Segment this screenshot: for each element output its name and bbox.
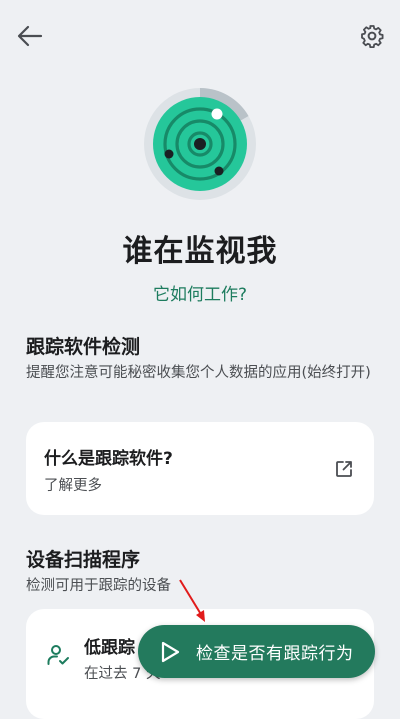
tracking-section-heading: 跟踪软件检测 xyxy=(26,336,141,358)
top-app-bar xyxy=(0,0,400,72)
user-check-icon xyxy=(47,645,69,665)
page-title: 谁在监视我 xyxy=(122,234,278,269)
back-button[interactable] xyxy=(10,16,50,56)
tracking-section-description: 提醒您注意可能秘密收集您个人数据的应用(始终打开) xyxy=(26,365,371,381)
card-subtitle: 了解更多 xyxy=(44,478,102,494)
status-title: 低跟踪 xyxy=(84,638,135,658)
what-is-stalkerware-card[interactable]: 什么是跟踪软件? 了解更多 xyxy=(26,422,374,515)
play-icon-wrap xyxy=(156,638,184,666)
external-link-icon xyxy=(336,461,352,477)
annotation-arrow xyxy=(179,579,205,622)
arrow-left-icon xyxy=(17,25,43,47)
radar-illustration xyxy=(144,88,256,200)
settings-button[interactable] xyxy=(352,16,392,56)
check-tracking-button[interactable]: 检查是否有跟踪行为 xyxy=(138,625,375,678)
gear-icon xyxy=(361,25,384,48)
scanner-section-heading: 设备扫描程序 xyxy=(26,549,141,571)
card-title: 什么是跟踪软件? xyxy=(44,449,173,469)
play-icon xyxy=(161,641,180,662)
check-tracking-label: 检查是否有跟踪行为 xyxy=(196,644,354,664)
how-it-works-link[interactable]: 它如何工作? xyxy=(0,280,400,305)
